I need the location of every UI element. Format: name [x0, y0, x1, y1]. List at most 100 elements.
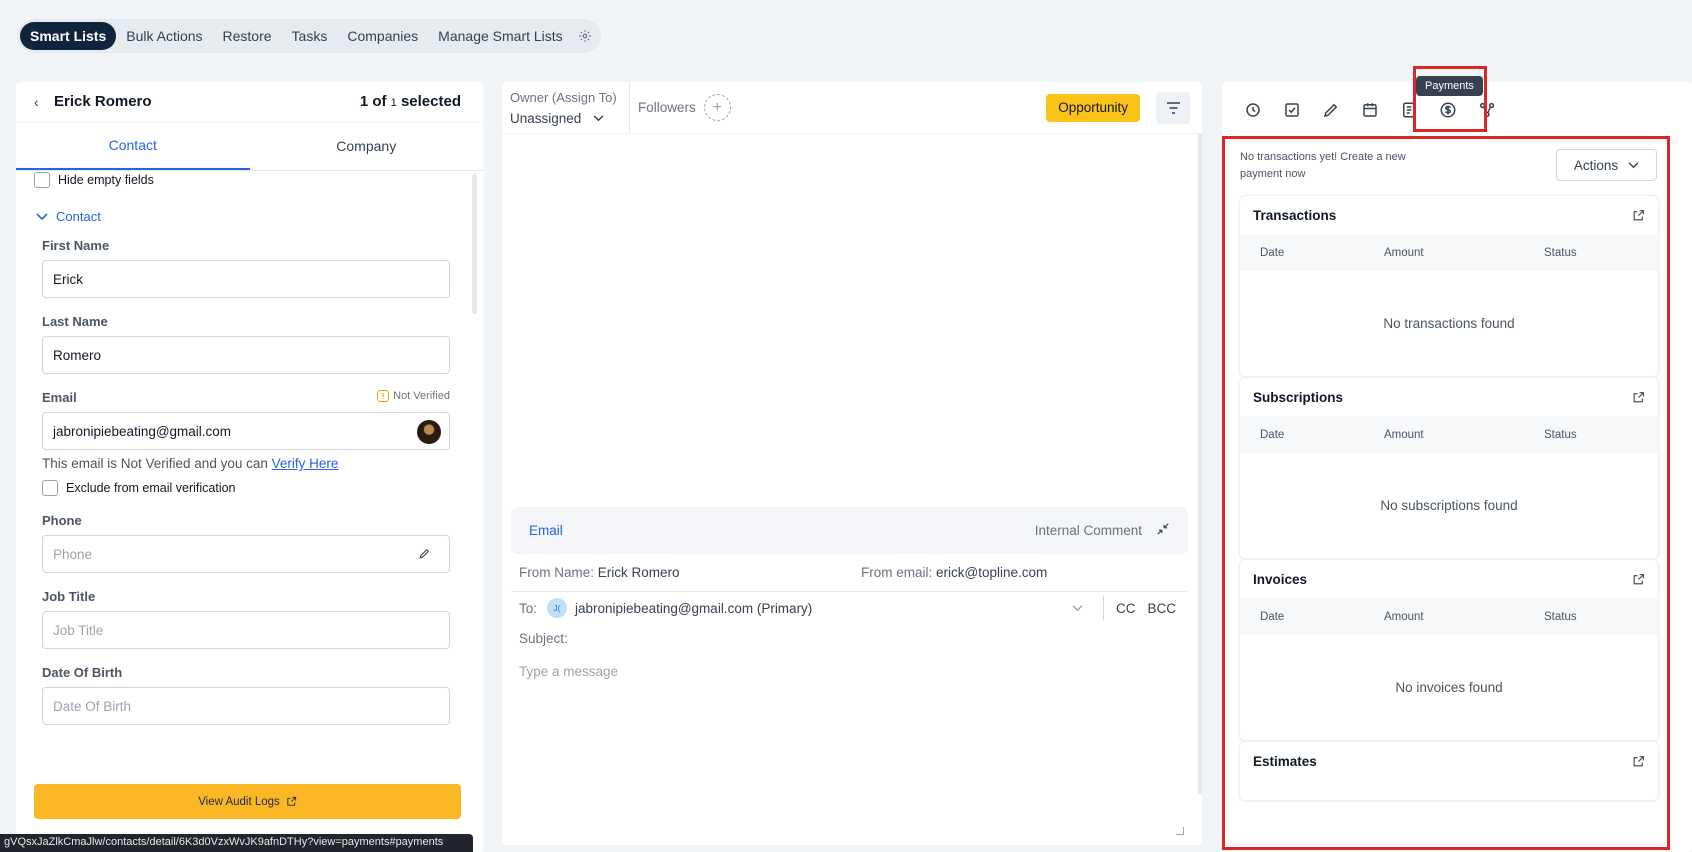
first-name-input[interactable]: Erick [42, 260, 450, 298]
recipient-value[interactable]: jabronipiebeating@gmail.com (Primary) [575, 601, 812, 616]
payments-content: No transactions yet! Create a new paymen… [1222, 136, 1670, 850]
first-name-field: First Name Erick [42, 238, 450, 298]
tab-manage-smart-lists[interactable]: Manage Smart Lists [428, 22, 573, 50]
from-name-row: From Name: Erick Romero [519, 565, 680, 580]
empty-state: No transactions found [1383, 316, 1515, 331]
card-title: Estimates [1253, 753, 1317, 769]
last-name-label: Last Name [42, 314, 108, 329]
avatar[interactable] [417, 420, 441, 444]
table-header: Date Amount Status [1240, 598, 1658, 635]
tab-smart-lists[interactable]: Smart Lists [20, 22, 117, 50]
owner-label: Owner (Assign To) [510, 89, 617, 105]
hide-empty-row: Hide empty fields [34, 172, 471, 188]
conversation-header: Owner (Assign To) Unassigned Followers +… [502, 82, 1202, 134]
tab-bulk-actions[interactable]: Bulk Actions [116, 22, 212, 50]
bcc-button[interactable]: BCC [1147, 601, 1176, 616]
exclude-row: Exclude from email verification [42, 480, 471, 496]
verify-here-link[interactable]: Verify Here [272, 456, 339, 471]
email-input[interactable]: jabronipiebeating@gmail.com [42, 412, 450, 450]
table-header: Date Amount Status [1240, 234, 1658, 271]
email-value: jabronipiebeating@gmail.com [53, 423, 232, 439]
last-name-input[interactable]: Romero [42, 336, 450, 374]
cc-bcc: CC BCC [1072, 596, 1188, 620]
contact-form: Hide empty fields Contact First Name Eri… [16, 172, 471, 852]
chevron-down-icon [593, 114, 604, 121]
external-link-icon[interactable] [1632, 391, 1645, 404]
pencil-icon[interactable] [418, 547, 431, 563]
gear-icon[interactable] [573, 22, 598, 50]
subject-label[interactable]: Subject: [519, 631, 568, 646]
chevron-down-icon[interactable] [1072, 604, 1083, 612]
calendar-icon[interactable] [1358, 98, 1382, 122]
note-pen-icon[interactable] [1319, 98, 1343, 122]
tab-tasks[interactable]: Tasks [282, 22, 338, 50]
subscriptions-card: Subscriptions Date Amount Status No subscr… [1239, 377, 1659, 559]
back-chevron-icon[interactable]: ‹ [34, 94, 54, 110]
contact-section-toggle[interactable]: Contact [34, 209, 471, 224]
filter-button[interactable] [1156, 91, 1190, 124]
recipient-avatar: J( [547, 598, 568, 618]
from-name-value: Erick Romero [597, 565, 680, 580]
external-link-icon[interactable] [1632, 755, 1645, 768]
task-check-icon[interactable] [1280, 98, 1304, 122]
followers-label: Followers [638, 100, 696, 115]
warning-icon: ! [377, 390, 390, 402]
filter-icon [1166, 101, 1180, 114]
scrollbar[interactable] [1198, 134, 1202, 794]
opportunity-button[interactable]: Opportunity [1046, 93, 1140, 122]
external-link-icon [287, 796, 296, 806]
tab-companies[interactable]: Companies [337, 22, 428, 50]
chevron-down-icon [1628, 161, 1639, 168]
to-label: To: [519, 600, 538, 616]
internal-comment-tab[interactable]: Internal Comment [1035, 523, 1142, 538]
estimates-card: Estimates [1239, 741, 1659, 801]
view-audit-logs-button[interactable]: View Audit Logs [34, 784, 461, 819]
job-title-input[interactable]: Job Title [42, 611, 450, 649]
first-name-label: First Name [42, 238, 110, 253]
job-title-field: Job Title Job Title [42, 589, 450, 649]
top-nav: Smart Lists Bulk Actions Restore Tasks C… [17, 19, 601, 53]
phone-input[interactable]: Phone [42, 535, 450, 573]
tab-restore[interactable]: Restore [213, 22, 282, 50]
followers: Followers + [630, 82, 1046, 133]
empty-notice: No transactions yet! Create a new paymen… [1240, 151, 1406, 180]
email-field: Email ! Not Verified jabronipiebeating@gm… [42, 390, 450, 450]
contact-tabs: Contact Company [16, 122, 483, 171]
payments-tooltip: Payments [1416, 76, 1483, 96]
exclude-label: Exclude from email verification [66, 481, 236, 495]
phone-field: Phone Phone [42, 513, 450, 573]
invoices-card: Invoices Date Amount Status No invoices fo… [1239, 559, 1659, 741]
hide-empty-checkbox[interactable] [34, 172, 50, 188]
email-verify-hint: This email is Not Verified and you can V… [42, 456, 339, 471]
actions-dropdown[interactable]: Actions [1556, 149, 1657, 181]
section-label: Contact [56, 209, 101, 224]
empty-state: No invoices found [1395, 680, 1503, 695]
selection-count: 1 of 1 selected [359, 93, 461, 110]
channel-email-tab[interactable]: Email [529, 523, 1035, 538]
exclude-checkbox[interactable] [42, 480, 58, 496]
transactions-card: Transactions Date Amount Status No transac… [1239, 195, 1659, 377]
tab-company[interactable]: Company [250, 122, 484, 170]
from-email-row: From email: erick@topline.com [861, 565, 1048, 580]
dob-label: Date Of Birth [42, 665, 123, 680]
contact-panel: ‹ Erick Romero 1 of 1 selected Contact C… [16, 82, 483, 852]
resize-handle[interactable] [1176, 827, 1184, 835]
dob-input[interactable]: Date Of Birth [42, 687, 450, 725]
contact-name: Erick Romero [54, 93, 152, 110]
collapse-icon[interactable] [1156, 522, 1170, 539]
cc-button[interactable]: CC [1116, 601, 1136, 616]
empty-state: No subscriptions found [1380, 498, 1518, 513]
tab-contact[interactable]: Contact [16, 122, 250, 170]
scrollbar[interactable] [472, 174, 477, 314]
history-icon[interactable] [1241, 98, 1265, 122]
card-title: Transactions [1253, 207, 1337, 223]
payments-panel: Payments No transactions yet! Create a n… [1222, 66, 1692, 852]
owner-selector[interactable]: Owner (Assign To) Unassigned [502, 82, 630, 133]
external-link-icon[interactable] [1632, 209, 1645, 222]
card-title: Subscriptions [1253, 389, 1344, 405]
status-url: gVQsxJaZlkCmaJlw/contacts/detail/6K3d0Vz… [0, 834, 473, 852]
message-input[interactable]: Type a message [519, 664, 618, 679]
external-link-icon[interactable] [1632, 573, 1645, 586]
dob-field: Date Of Birth Date Of Birth [42, 665, 450, 725]
add-follower-button[interactable]: + [703, 94, 731, 121]
